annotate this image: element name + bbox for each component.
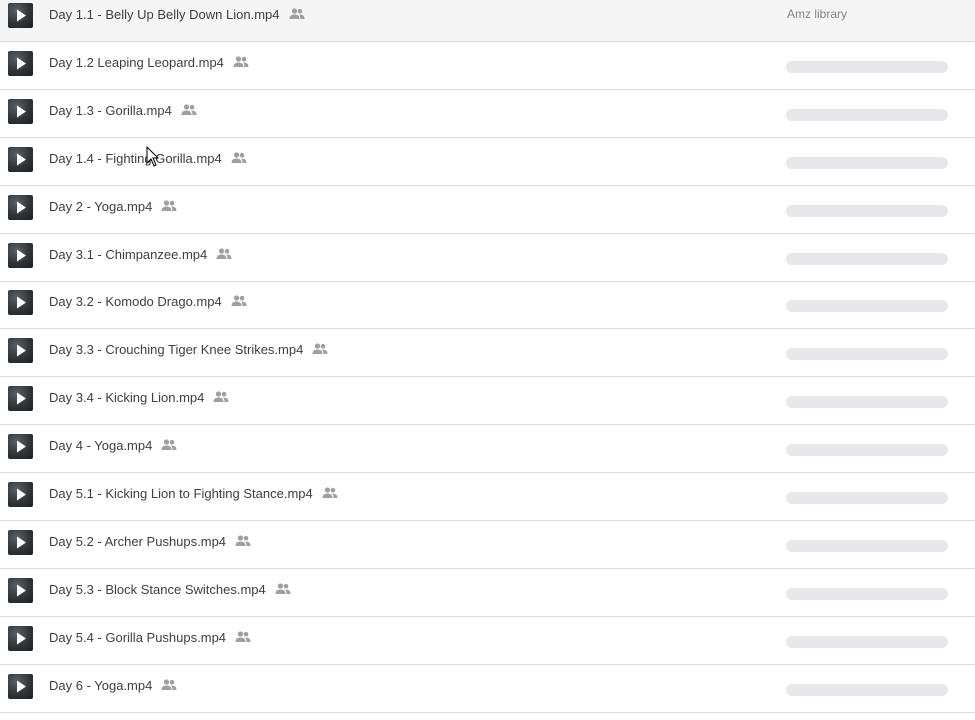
file-row[interactable]: Day 6 - Yoga.mp4 [0,666,975,713]
file-row[interactable]: Day 3.3 - Crouching Tiger Knee Strikes.m… [0,330,975,377]
loading-placeholder [786,109,948,121]
file-name[interactable]: Day 1.2 Leaping Leopard.mp4 [49,55,249,70]
file-name[interactable]: Day 5.3 - Block Stance Switches.mp4 [49,582,291,597]
file-name[interactable]: Day 3.2 - Komodo Drago.mp4 [49,294,247,309]
loading-placeholder [786,61,948,73]
loading-placeholder [786,396,948,408]
file-name-label: Day 4 - Yoga.mp4 [49,438,153,453]
shared-people-icon [275,582,291,595]
video-play-icon[interactable] [8,386,33,411]
file-row[interactable]: Day 1.3 - Gorilla.mp4 [0,91,975,138]
file-name[interactable]: Day 5.1 - Kicking Lion to Fighting Stanc… [49,486,338,501]
file-row[interactable]: Day 2 - Yoga.mp4 [0,187,975,234]
file-name[interactable]: Day 1.3 - Gorilla.mp4 [49,103,197,118]
file-row[interactable]: Day 3.4 - Kicking Lion.mp4 [0,378,975,425]
shared-people-icon [231,294,247,307]
loading-placeholder [786,684,948,696]
video-play-icon[interactable] [8,674,33,699]
loading-placeholder [786,205,948,217]
file-row[interactable]: Day 1.4 - Fighting Gorilla.mp4 [0,139,975,186]
loading-placeholder [786,444,948,456]
file-name-label: Day 5.4 - Gorilla Pushups.mp4 [49,630,227,645]
video-play-icon[interactable] [8,51,33,76]
file-name-label: Day 5.3 - Block Stance Switches.mp4 [49,582,266,597]
file-name-label: Day 5.2 - Archer Pushups.mp4 [49,534,227,549]
file-name[interactable]: Day 2 - Yoga.mp4 [49,199,177,214]
file-row[interactable]: Day 5.3 - Block Stance Switches.mp4 [0,570,975,617]
file-name-label: Day 1.2 Leaping Leopard.mp4 [49,55,224,70]
file-name[interactable]: Day 5.4 - Gorilla Pushups.mp4 [49,630,251,645]
loading-placeholder [786,492,948,504]
video-play-icon[interactable] [8,482,33,507]
shared-people-icon [322,486,338,499]
file-name-label: Day 3.4 - Kicking Lion.mp4 [49,390,205,405]
file-name-label: Day 3.1 - Chimpanzee.mp4 [49,247,208,262]
shared-people-icon [233,55,249,68]
loading-placeholder [786,588,948,600]
video-play-icon[interactable] [8,290,33,315]
file-row[interactable]: Day 5.1 - Kicking Lion to Fighting Stanc… [0,474,975,521]
file-row[interactable]: Day 3.1 - Chimpanzee.mp4 [0,235,975,282]
file-name-label: Day 6 - Yoga.mp4 [49,678,153,693]
loading-placeholder [786,253,948,265]
shared-people-icon [161,199,177,212]
loading-placeholder [786,157,948,169]
shared-people-icon [289,7,305,20]
file-name[interactable]: Day 5.2 - Archer Pushups.mp4 [49,534,251,549]
loading-placeholder [786,540,948,552]
video-play-icon[interactable] [8,99,33,124]
file-name-label: Day 5.1 - Kicking Lion to Fighting Stanc… [49,486,313,501]
shared-people-icon [231,151,247,164]
file-name[interactable]: Day 3.1 - Chimpanzee.mp4 [49,247,232,262]
file-name-label: Day 1.3 - Gorilla.mp4 [49,103,172,118]
loading-placeholder [786,348,948,360]
file-name-label: Day 2 - Yoga.mp4 [49,199,153,214]
file-name-label: Day 3.2 - Komodo Drago.mp4 [49,294,222,309]
file-row[interactable]: Day 4 - Yoga.mp4 [0,426,975,473]
file-name[interactable]: Day 1.1 - Belly Up Belly Down Lion.mp4 [49,7,305,22]
file-name[interactable]: Day 3.4 - Kicking Lion.mp4 [49,390,229,405]
video-play-icon[interactable] [8,195,33,220]
video-play-icon[interactable] [8,434,33,459]
video-play-icon[interactable] [8,530,33,555]
video-play-icon[interactable] [8,578,33,603]
video-play-icon[interactable] [8,3,33,28]
file-name[interactable]: Day 6 - Yoga.mp4 [49,678,177,693]
file-row[interactable]: Day 5.4 - Gorilla Pushups.mp4 [0,618,975,665]
shared-people-icon [181,103,197,116]
shared-people-icon [235,534,251,547]
file-list: Day 1.1 - Belly Up Belly Down Lion.mp4 Am… [0,0,975,720]
shared-people-icon [216,247,232,260]
file-name-label: Day 1.4 - Fighting Gorilla.mp4 [49,151,222,166]
video-play-icon[interactable] [8,338,33,363]
shared-people-icon [213,390,229,403]
owner-label: Amz library [787,7,848,21]
file-row[interactable]: Day 1.2 Leaping Leopard.mp4 [0,43,975,90]
file-row[interactable]: Day 1.1 - Belly Up Belly Down Lion.mp4 Am… [0,0,975,42]
file-name[interactable]: Day 3.3 - Crouching Tiger Knee Strikes.m… [49,342,328,357]
file-name-label: Day 3.3 - Crouching Tiger Knee Strikes.m… [49,342,304,357]
file-name[interactable]: Day 1.4 - Fighting Gorilla.mp4 [49,151,247,166]
file-row[interactable]: Day 5.2 - Archer Pushups.mp4 [0,522,975,569]
video-play-icon[interactable] [8,243,33,268]
file-name-label: Day 1.1 - Belly Up Belly Down Lion.mp4 [49,7,280,22]
file-name[interactable]: Day 4 - Yoga.mp4 [49,438,177,453]
shared-people-icon [312,342,328,355]
shared-people-icon [161,678,177,691]
loading-placeholder [786,636,948,648]
shared-people-icon [235,630,251,643]
loading-placeholder [786,300,948,312]
video-play-icon[interactable] [8,626,33,651]
video-play-icon[interactable] [8,147,33,172]
file-row[interactable]: Day 3.2 - Komodo Drago.mp4 [0,282,975,329]
shared-people-icon [161,438,177,451]
